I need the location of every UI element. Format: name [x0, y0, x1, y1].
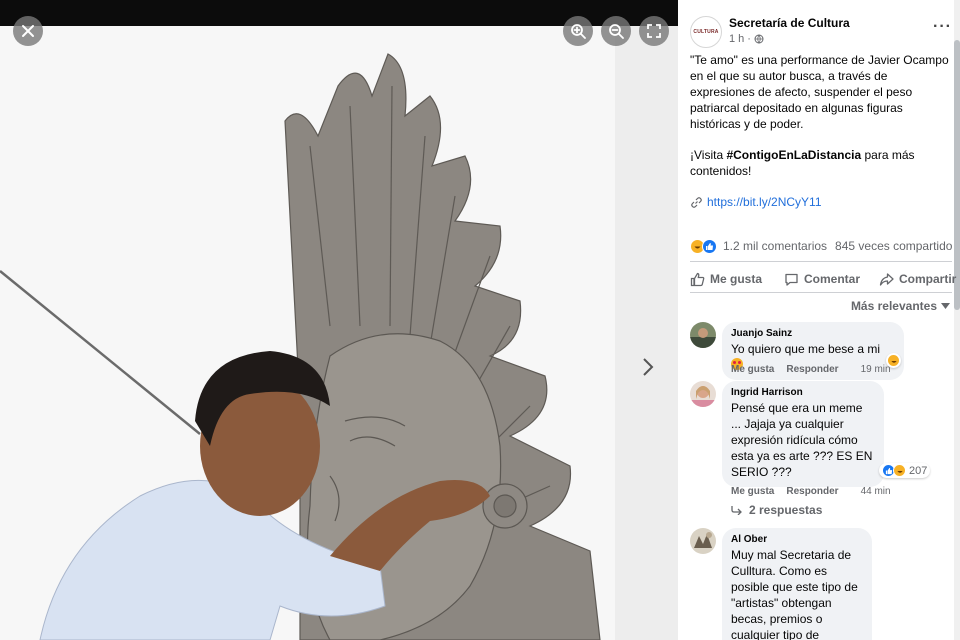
share-icon	[879, 272, 894, 286]
hashtag-link[interactable]: #ContigoEnLaDistancia	[726, 148, 861, 162]
post-link[interactable]: https://bit.ly/2NCyY11	[690, 194, 952, 210]
commenter-avatar[interactable]	[690, 322, 716, 348]
next-photo-button[interactable]	[632, 348, 664, 386]
share-button[interactable]: Compartir	[879, 272, 956, 287]
comment-reaction-count: 207	[909, 464, 928, 477]
comments-count[interactable]: 1.2 mil comentarios	[723, 239, 827, 253]
comment-actions: Me gusta Responder 19 min	[731, 364, 891, 375]
zoom-out-button[interactable]	[601, 16, 631, 46]
zoom-in-icon	[571, 24, 586, 39]
comment-author[interactable]: Al Ober	[731, 534, 862, 545]
page-name[interactable]: Secretaría de Cultura	[729, 16, 850, 30]
like-label: Me gusta	[710, 272, 763, 286]
chevron-right-icon	[643, 358, 654, 376]
replies-count: 2 respuestas	[749, 503, 823, 517]
zoom-out-icon	[609, 24, 624, 39]
post-actions: Me gusta Comentar Compartir	[690, 266, 960, 292]
comment-text: Pensé que era un meme ... Jajaja ya cual…	[731, 401, 873, 479]
like-reaction-icon	[702, 238, 717, 254]
zoom-in-button[interactable]	[563, 16, 593, 46]
comment-reaction[interactable]: 207	[879, 463, 931, 478]
page-avatar[interactable]: CULTURA	[690, 16, 722, 48]
sort-label: Más relevantes	[850, 299, 937, 313]
more-options-button[interactable]: ···	[933, 18, 952, 36]
link-icon	[691, 196, 702, 208]
comment-author[interactable]: Ingrid Harrison	[731, 387, 874, 398]
next-photo-area	[615, 26, 678, 640]
comment-text: Muy mal Secretaria de Culltura. Como es …	[731, 548, 858, 640]
post-header: CULTURA Secretaría de Cultura 1 h · ···	[690, 14, 952, 54]
photo-viewer	[0, 0, 678, 640]
view-replies-button[interactable]: 2 respuestas	[731, 503, 822, 517]
fullscreen-button[interactable]	[639, 16, 669, 46]
share-label: Compartir	[899, 272, 957, 286]
panel-scrollbar[interactable]	[954, 0, 960, 640]
post-paragraph-2: ¡Visita #ContigoEnLaDistancia para más c…	[690, 148, 915, 178]
globe-icon	[754, 34, 764, 44]
like-button[interactable]: Me gusta	[690, 272, 784, 287]
comment-item: Al Ober Muy mal Secretaria de Culltura. …	[690, 528, 952, 640]
divider	[690, 292, 952, 293]
comment-icon	[785, 273, 798, 286]
post-paragraph-1: "Te amo" es una performance de Javier Oc…	[690, 53, 949, 131]
thumbs-up-icon	[690, 272, 705, 286]
post-link-text[interactable]: https://bit.ly/2NCyY11	[707, 194, 822, 210]
comment-label: Comentar	[804, 272, 861, 286]
comment-item: Ingrid Harrison Pensé que era un meme ..…	[690, 381, 952, 521]
commenter-avatar[interactable]	[690, 381, 716, 407]
caret-down-icon	[941, 303, 950, 309]
post-time[interactable]: 1 h	[729, 33, 744, 45]
comment-like-link[interactable]: Me gusta	[731, 486, 774, 497]
comment-like-link[interactable]: Me gusta	[731, 364, 774, 375]
post-panel: CULTURA Secretaría de Cultura 1 h · ··· …	[678, 0, 960, 640]
comment-author[interactable]: Juanjo Sainz	[731, 328, 894, 339]
commenter-avatar[interactable]	[690, 528, 716, 554]
page-avatar-text: CULTURA	[693, 29, 719, 35]
post-stats: 1.2 mil comentarios 845 veces compartido	[690, 236, 960, 256]
post-text: "Te amo" es una performance de Javier Oc…	[690, 52, 952, 210]
shares-count[interactable]: 845 veces compartido	[835, 239, 952, 253]
comment-reply-link[interactable]: Responder	[786, 364, 838, 375]
close-button[interactable]	[13, 16, 43, 46]
haha-reaction-icon	[893, 464, 906, 477]
post-photo	[0, 26, 615, 640]
fullscreen-icon	[647, 24, 661, 38]
comment-bubble: Al Ober Muy mal Secretaria de Culltura. …	[722, 528, 872, 640]
close-icon	[22, 25, 34, 37]
comment-item: Juanjo Sainz Yo quiero que me bese a mi …	[690, 322, 952, 382]
post-meta: 1 h ·	[729, 33, 764, 45]
reply-arrow-icon	[731, 506, 742, 515]
comment-time[interactable]: 19 min	[861, 364, 891, 375]
comment-actions: Me gusta Responder 44 min	[731, 486, 891, 497]
comment-reply-link[interactable]: Responder	[786, 486, 838, 497]
comment-time[interactable]: 44 min	[861, 486, 891, 497]
comment-text: Yo quiero que me bese a mi	[731, 342, 880, 356]
reaction-summary[interactable]	[690, 238, 717, 254]
comment-bubble: Ingrid Harrison Pensé que era un meme ..…	[722, 381, 884, 487]
comment-button[interactable]: Comentar	[784, 272, 879, 287]
divider	[690, 261, 952, 262]
sort-comments-dropdown[interactable]: Más relevantes	[851, 299, 950, 313]
